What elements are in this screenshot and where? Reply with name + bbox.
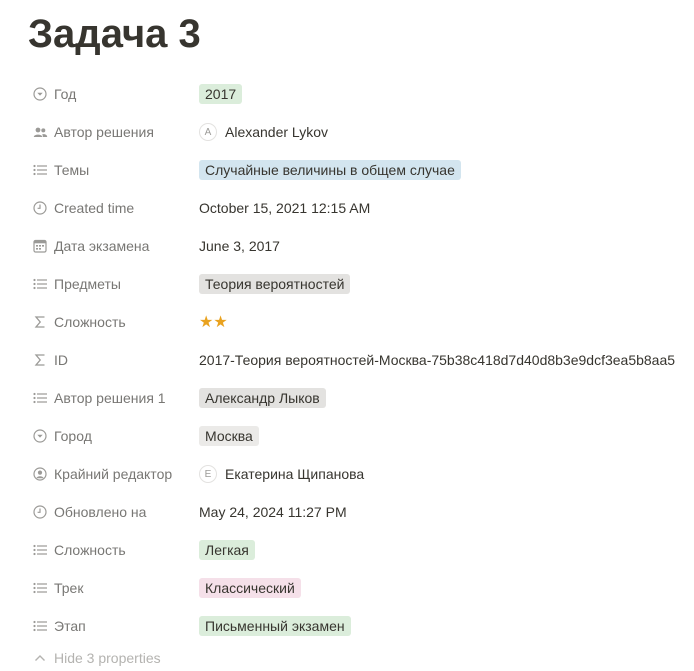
property-label-text: Трек (54, 580, 84, 596)
property-value-id: 2017-Теория вероятностей-Москва-75b38c41… (199, 341, 694, 379)
property-label-text: Дата экзамена (54, 238, 150, 254)
property-value-subjects[interactable]: Теория вероятностей (199, 265, 694, 303)
author-tag: Александр Лыков (199, 388, 326, 408)
formula-icon (32, 352, 48, 368)
select-icon (32, 428, 48, 444)
property-label-exam-date[interactable]: Дата экзамена (28, 227, 194, 265)
property-label-text: Обновлено на (54, 504, 147, 520)
difficulty-tag: Легкая (199, 540, 255, 560)
property-label-text: Предметы (54, 276, 121, 292)
property-label-text: Темы (54, 162, 90, 178)
property-label-created-time[interactable]: Created time (28, 189, 194, 227)
property-label-track[interactable]: Трек (28, 569, 194, 607)
property-label-text: Год (54, 86, 77, 102)
property-row-city: Город Москва (28, 417, 694, 455)
clock-icon (32, 504, 48, 520)
property-label-text: Город (54, 428, 92, 444)
page-title[interactable]: Задача 3 (28, 10, 201, 58)
property-label-last-editor[interactable]: Крайний редактор (28, 455, 194, 493)
property-value-created-time: October 15, 2021 12:15 AM (199, 189, 694, 227)
property-row-exam-date: Дата экзамена June 3, 2017 (28, 227, 694, 265)
property-row-track: Трек Классический (28, 569, 694, 607)
property-label-text: Сложность (54, 542, 126, 558)
property-row-solution-author-1: Автор решения 1 Александр Лыков (28, 379, 694, 417)
property-label-text: Автор решения (54, 124, 154, 140)
property-label-subjects[interactable]: Предметы (28, 265, 194, 303)
person-name: Екатерина Щипанова (225, 466, 365, 482)
property-value-last-editor: E Екатерина Щипанова (199, 455, 694, 493)
stage-tag: Письменный экзамен (199, 616, 351, 636)
property-value-difficulty[interactable]: Легкая (199, 531, 694, 569)
property-value-exam-date[interactable]: June 3, 2017 (199, 227, 694, 265)
subject-tag: Теория вероятностей (199, 274, 351, 294)
chevron-up-icon (32, 650, 48, 666)
property-label-city[interactable]: Город (28, 417, 194, 455)
property-value-stage[interactable]: Письменный экзамен (199, 607, 694, 645)
property-value-track[interactable]: Классический (199, 569, 694, 607)
list-icon (32, 542, 48, 558)
property-label-text: Сложность (54, 314, 126, 330)
property-row-year: Год 2017 (28, 75, 694, 113)
property-value-city[interactable]: Москва (199, 417, 694, 455)
property-row-last-editor: Крайний редактор E Екатерина Щипанова (28, 455, 694, 493)
date-text: June 3, 2017 (199, 238, 280, 254)
list-icon (32, 162, 48, 178)
property-label-updated-at[interactable]: Обновлено на (28, 493, 194, 531)
property-label-id[interactable]: ID (28, 341, 194, 379)
clock-icon (32, 200, 48, 216)
people-icon (32, 124, 48, 140)
list-icon (32, 390, 48, 406)
list-icon (32, 580, 48, 596)
property-value-difficulty-rating: ★★ (199, 303, 694, 341)
property-label-year[interactable]: Год (28, 75, 194, 113)
property-label-text: ID (54, 352, 68, 368)
property-value-updated-at: May 24, 2024 11:27 PM (199, 493, 694, 531)
property-label-difficulty[interactable]: Сложность (28, 531, 194, 569)
property-row-solution-author: Автор решения A Alexander Lykov (28, 113, 694, 151)
properties-list: Год 2017 Автор решения A Alexander Lykov (28, 75, 694, 671)
avatar: A (199, 123, 217, 141)
property-value-solution-author[interactable]: A Alexander Lykov (199, 113, 694, 151)
calendar-icon (32, 238, 48, 254)
datetime-text: October 15, 2021 12:15 AM (199, 200, 371, 216)
property-label-text: Этап (54, 618, 86, 634)
property-label-solution-author[interactable]: Автор решения (28, 113, 194, 151)
property-value-solution-author-1[interactable]: Александр Лыков (199, 379, 694, 417)
property-label-solution-author-1[interactable]: Автор решения 1 (28, 379, 194, 417)
property-row-subjects: Предметы Теория вероятностей (28, 265, 694, 303)
property-value-year[interactable]: 2017 (199, 75, 694, 113)
property-row-created-time: Created time October 15, 2021 12:15 AM (28, 189, 694, 227)
property-label-stage[interactable]: Этап (28, 607, 194, 645)
property-label-difficulty-rating[interactable]: Сложность (28, 303, 194, 341)
select-icon (32, 86, 48, 102)
property-row-stage: Этап Письменный экзамен (28, 607, 694, 645)
property-label-topics[interactable]: Темы (28, 151, 194, 189)
page: Задача 3 Год 2017 Автор решения A Alexan… (0, 0, 694, 669)
property-row-topics: Темы Случайные величины в общем случае (28, 151, 694, 189)
year-tag: 2017 (199, 84, 243, 104)
list-icon (32, 618, 48, 634)
property-value-topics[interactable]: Случайные величины в общем случае (199, 151, 694, 189)
formula-icon (32, 314, 48, 330)
user-circle-icon (32, 466, 48, 482)
property-row-difficulty: Сложность Легкая (28, 531, 694, 569)
track-tag: Классический (199, 578, 301, 598)
property-row-difficulty-rating: Сложность ★★ (28, 303, 694, 341)
hide-properties-label: Hide 3 properties (54, 650, 161, 666)
topic-tag: Случайные величины в общем случае (199, 160, 461, 180)
property-label-text: Крайний редактор (54, 466, 173, 482)
datetime-text: May 24, 2024 11:27 PM (199, 504, 347, 520)
property-row-updated-at: Обновлено на May 24, 2024 11:27 PM (28, 493, 694, 531)
hide-properties-toggle[interactable]: Hide 3 properties (28, 645, 694, 671)
list-icon (32, 276, 48, 292)
city-tag: Москва (199, 426, 259, 446)
id-text: 2017-Теория вероятностей-Москва-75b38c41… (199, 352, 676, 368)
person-name: Alexander Lykov (225, 124, 328, 140)
hide-properties-button[interactable]: Hide 3 properties (28, 645, 194, 671)
avatar: E (199, 465, 217, 483)
property-label-text: Created time (54, 200, 135, 216)
property-row-id: ID 2017-Теория вероятностей-Москва-75b38… (28, 341, 694, 379)
property-label-text: Автор решения 1 (54, 390, 166, 406)
star-rating: ★★ (199, 314, 228, 331)
